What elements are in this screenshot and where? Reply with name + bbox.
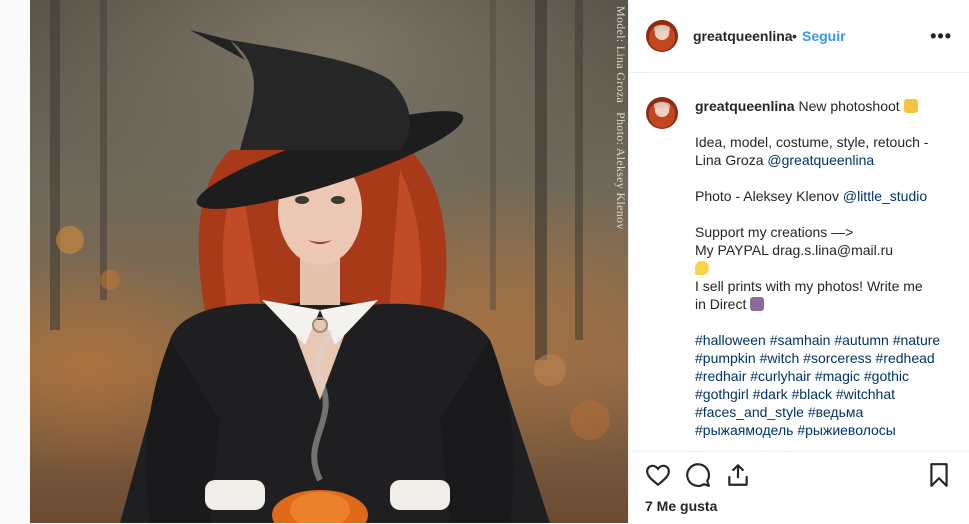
hashtag-link[interactable]: #curlyhair (750, 368, 811, 384)
caption-line-4: Photo - Aleksey Klenov (695, 188, 843, 204)
bookmark-icon[interactable] (926, 462, 952, 488)
caption-avatar[interactable] (646, 97, 678, 129)
caption-line-7: I sell prints with my photos! Write me (695, 278, 923, 294)
hashtag-link[interactable]: #halloween (695, 332, 766, 348)
comment-icon[interactable] (685, 462, 711, 488)
hashtag-link[interactable]: #ведьма (808, 404, 863, 420)
hashtag-link[interactable]: #black (792, 386, 832, 402)
hashtag-link[interactable]: #dark (753, 386, 788, 402)
photo-credit-photographer: Photo: Aleksey Klenov (614, 112, 628, 230)
palette-emoji-icon (750, 297, 765, 311)
post-caption: greatqueenlina New photoshoot Idea, mode… (695, 97, 957, 439)
hashtag-link[interactable]: #sorceress (803, 350, 871, 366)
mention-greatqueenlina[interactable]: @greatqueenlina (767, 152, 874, 168)
hashtag-link[interactable]: #nature (893, 332, 940, 348)
caption-line-5: Support my creations —> (695, 224, 854, 240)
caption-area[interactable]: greatqueenlina New photoshoot Idea, mode… (629, 73, 969, 451)
action-bar: 7 Me gusta (629, 451, 969, 524)
post-photo[interactable]: Model: Lina Groza Photo: Aleksey Klenov (30, 0, 628, 523)
author-avatar[interactable] (646, 20, 678, 52)
hashtag-link[interactable]: #gothic (864, 368, 909, 384)
hashtag-link[interactable]: #gothgirl (695, 386, 749, 402)
hashtag-link[interactable]: #witchhat (836, 386, 895, 402)
share-icon[interactable] (725, 462, 751, 488)
caption-username[interactable]: greatqueenlina (695, 98, 795, 114)
caption-line-3: Lina Groza (695, 152, 768, 168)
hashtag-list: #halloween #samhain #autumn #nature #pum… (695, 332, 944, 438)
likes-count[interactable]: 7 Me gusta (645, 498, 717, 514)
separator-dot: • (792, 28, 797, 44)
caption-line-1: New photoshoot (798, 98, 900, 114)
hashtag-link[interactable]: #redhead (876, 350, 935, 366)
photo-credit-model: Model: Lina Groza (614, 6, 628, 104)
more-options-icon[interactable]: ••• (930, 26, 952, 47)
hashtag-link[interactable]: #рыжиеволосы (797, 422, 896, 438)
hashtag-link[interactable]: #faces_and_style (695, 404, 804, 420)
hand-emoji-icon (903, 99, 918, 113)
lemon-emoji-icon (695, 261, 709, 275)
hashtag-link[interactable]: #magic (815, 368, 860, 384)
author-username[interactable]: greatqueenlina (693, 28, 793, 44)
hashtag-link[interactable]: #witch (760, 350, 800, 366)
follow-button[interactable]: Seguir (802, 28, 846, 44)
caption-line-6: My PAYPAL drag.s.lina@mail.ru (695, 242, 894, 258)
post-sidebar: greatqueenlina • Seguir ••• greatqueenli… (628, 0, 969, 524)
hashtag-link[interactable]: #рыжаямодель (695, 422, 793, 438)
hashtag-link[interactable]: #autumn (834, 332, 888, 348)
caption-line-8: in Direct (695, 296, 747, 312)
post-header: greatqueenlina • Seguir ••• (629, 0, 969, 73)
hashtag-link[interactable]: #pumpkin (695, 350, 756, 366)
hashtag-link[interactable]: #redhair (695, 368, 746, 384)
caption-line-2: Idea, model, costume, style, retouch - (695, 134, 929, 150)
heart-icon[interactable] (645, 462, 671, 488)
mention-little-studio[interactable]: @little_studio (843, 188, 927, 204)
hashtag-link[interactable]: #samhain (770, 332, 831, 348)
photo-scene (50, 0, 610, 523)
